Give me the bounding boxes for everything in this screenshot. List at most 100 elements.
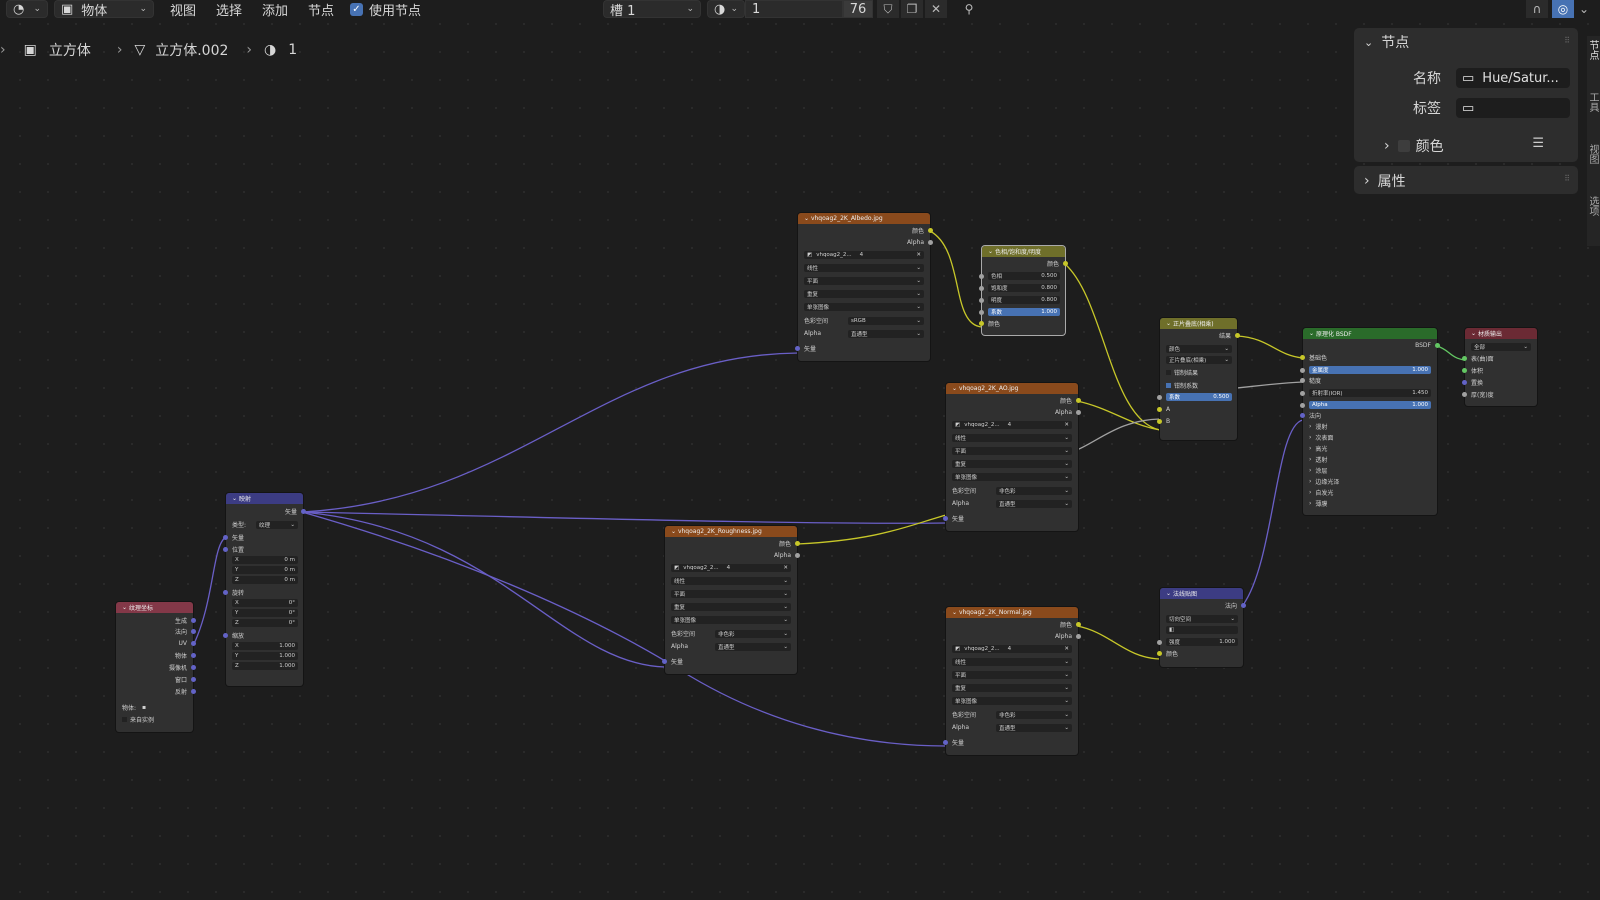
alpha-mode-dropdown[interactable]: 直通型 ⌄ xyxy=(996,500,1072,508)
socket[interactable] xyxy=(1235,333,1240,338)
scale-y-field[interactable]: Y 1.000 xyxy=(232,652,298,660)
target-dropdown[interactable]: 全部 ⌄ xyxy=(1471,343,1531,351)
list-icon[interactable]: ☰ xyxy=(1532,136,1544,151)
menu-select[interactable]: 选择 xyxy=(216,0,242,19)
node-mapping[interactable]: ⌄ 映射 矢量 类型: 纹理 ⌄ 矢量 位置 X0 m Y0 m Z0 m 旋转 … xyxy=(223,493,306,686)
socket[interactable] xyxy=(223,590,228,595)
bsdf-subpanel[interactable]: › 自发光 xyxy=(1303,488,1437,497)
mix-type-dropdown[interactable]: 颜色 ⌄ xyxy=(1166,345,1232,353)
clamp-result-checkbox[interactable]: 钳制结果 xyxy=(1160,368,1237,377)
extension-dropdown[interactable]: 重复 ⌄ xyxy=(952,684,1072,692)
node-header[interactable]: ⌄ 色相/饱和度/明度 xyxy=(982,246,1065,257)
socket[interactable] xyxy=(1157,640,1162,645)
socket[interactable] xyxy=(191,629,196,634)
node-image-ao[interactable]: ⌄ vhqoag2_2K_AO.jpg 颜色 Alpha ◩ vhqoag2_2... 4… xyxy=(943,383,1081,531)
slot-dropdown[interactable]: 槽 1 ⌄ xyxy=(603,0,701,19)
socket[interactable] xyxy=(191,689,196,694)
socket[interactable] xyxy=(1157,395,1162,400)
close-icon[interactable]: ✕ xyxy=(783,565,788,571)
colorspace-dropdown[interactable]: 非色彩 ⌄ xyxy=(715,630,791,638)
node-header[interactable]: ⌄ 映射 xyxy=(226,493,303,504)
menu-node[interactable]: 节点 xyxy=(308,0,334,19)
value-field[interactable]: 明度 0.800 xyxy=(988,296,1060,304)
socket[interactable] xyxy=(191,653,196,658)
source-dropdown[interactable]: 单张图像 ⌄ xyxy=(952,697,1072,705)
socket[interactable] xyxy=(1241,603,1246,608)
socket[interactable] xyxy=(223,547,228,552)
bsdf-subpanel[interactable]: › 高光 xyxy=(1303,444,1437,453)
source-dropdown[interactable]: 单张图像 ⌄ xyxy=(804,303,924,311)
socket[interactable] xyxy=(943,740,948,745)
socket[interactable] xyxy=(795,541,800,546)
properties-panel[interactable]: › 属性 ⠿ xyxy=(1354,166,1578,194)
user-count-button[interactable]: 76 xyxy=(843,0,873,18)
color-subpanel[interactable]: › 颜色 xyxy=(1384,136,1444,156)
material-browse-button[interactable]: ◑ ⌄ xyxy=(707,0,745,18)
color-checkbox[interactable] xyxy=(1397,140,1410,152)
bsdf-subpanel[interactable]: › 涂层 xyxy=(1303,466,1437,475)
socket[interactable] xyxy=(1063,261,1068,266)
node-image-albedo[interactable]: ⌄ vhqoag2_2K_Albedo.jpg 颜色 Alpha ◩ vhqoag2_2… xyxy=(795,213,933,361)
node-header[interactable]: ⌄ 原理化 BSDF xyxy=(1303,328,1437,339)
source-dropdown[interactable]: 单张图像 ⌄ xyxy=(952,473,1072,481)
node-normal-map[interactable]: ⌄ 法线贴图 法向 切向空间 ⌄ ◧ 强度 1.000 颜色 xyxy=(1157,588,1246,667)
blend-mode-dropdown[interactable]: 正片叠底(相乘) ⌄ xyxy=(1166,356,1232,364)
socket[interactable] xyxy=(979,321,984,326)
node-header[interactable]: ⌄ vhqoag2_2K_Albedo.jpg xyxy=(798,213,930,224)
node-header[interactable]: ⌄ vhqoag2_2K_Normal.jpg xyxy=(946,607,1078,618)
socket[interactable] xyxy=(1076,634,1081,639)
strength-field[interactable]: 强度 1.000 xyxy=(1166,638,1238,646)
scale-x-field[interactable]: X 1.000 xyxy=(232,642,298,650)
saturation-field[interactable]: 饱和度 0.800 xyxy=(988,284,1060,292)
node-texture-coordinate[interactable]: ⌄ 纹理坐标 生成 法向 UV 物体 摄像机 窗口 反射 物体: ▪ 来自实例 xyxy=(116,602,196,732)
node-header[interactable]: ⌄ 纹理坐标 xyxy=(116,602,193,613)
socket[interactable] xyxy=(795,553,800,558)
metallic-field[interactable]: 金属度 1.000 xyxy=(1309,366,1431,374)
interpolation-dropdown[interactable]: 线性 ⌄ xyxy=(952,434,1072,442)
node-header[interactable]: ⌄ vhqoag2_2K_Roughness.jpg xyxy=(665,526,797,537)
interpolation-dropdown[interactable]: 线性 ⌄ xyxy=(952,658,1072,666)
socket[interactable] xyxy=(979,274,984,279)
interpolation-dropdown[interactable]: 线性 ⌄ xyxy=(804,264,924,272)
socket[interactable] xyxy=(223,535,228,540)
socket[interactable] xyxy=(928,228,933,233)
projection-dropdown[interactable]: 平面 ⌄ xyxy=(804,277,924,285)
node-hue-saturation[interactable]: ⌄ 色相/饱和度/明度 颜色 色相 0.500 饱和度 0.800 明度 0.800 … xyxy=(979,246,1068,335)
menu-view[interactable]: 视图 xyxy=(170,0,196,19)
bsdf-subpanel[interactable]: › 薄膜 xyxy=(1303,499,1437,508)
location-x-field[interactable]: X 0 m xyxy=(232,556,298,564)
shield-icon[interactable]: ⛉ xyxy=(877,0,899,18)
socket[interactable] xyxy=(979,310,984,315)
socket[interactable] xyxy=(1462,392,1467,397)
extension-dropdown[interactable]: 重复 ⌄ xyxy=(671,603,791,611)
socket[interactable] xyxy=(1076,410,1081,415)
node-principled-bsdf[interactable]: ⌄ 原理化 BSDF BSDF 基础色 金属度 1.000 糙度 折射率(IOR)… xyxy=(1300,328,1440,515)
socket[interactable] xyxy=(301,509,306,514)
socket[interactable] xyxy=(1157,651,1162,656)
close-icon[interactable]: ✕ xyxy=(1064,646,1069,652)
socket[interactable] xyxy=(662,659,667,664)
alpha-field[interactable]: Alpha 1.000 xyxy=(1309,401,1431,409)
drag-handle-icon[interactable]: ⠿ xyxy=(1564,36,1570,45)
node-mix-multiply[interactable]: ⌄ 正片叠底(相乘) 结果 颜色 ⌄ 正片叠底(相乘) ⌄ 钳制结果 钳制系数 系数… xyxy=(1157,318,1240,440)
socket[interactable] xyxy=(191,665,196,670)
material-name-field[interactable]: 1 xyxy=(745,0,843,18)
socket[interactable] xyxy=(1462,380,1467,385)
socket[interactable] xyxy=(979,286,984,291)
image-selector[interactable]: ◩ vhqoag2_2... 4 ✕ xyxy=(952,421,1072,429)
node-image-roughness[interactable]: ⌄ vhqoag2_2K_Roughness.jpg 颜色 Alpha ◩ vhqoag… xyxy=(662,526,800,674)
socket[interactable] xyxy=(1076,622,1081,627)
node-label-field[interactable]: ▭ xyxy=(1456,98,1570,118)
space-dropdown[interactable]: 切向空间 ⌄ xyxy=(1166,615,1238,623)
socket[interactable] xyxy=(979,298,984,303)
extension-dropdown[interactable]: 重复 ⌄ xyxy=(804,290,924,298)
object-row[interactable]: 物体: ▪ xyxy=(116,703,193,712)
location-y-field[interactable]: Y 0 m xyxy=(232,566,298,574)
extension-dropdown[interactable]: 重复 ⌄ xyxy=(952,460,1072,468)
socket[interactable] xyxy=(1300,391,1305,396)
projection-dropdown[interactable]: 平面 ⌄ xyxy=(952,447,1072,455)
use-nodes-toggle[interactable]: ✓ 使用节点 xyxy=(350,0,421,19)
drag-handle-icon[interactable]: ⠿ xyxy=(1564,174,1570,183)
socket[interactable] xyxy=(223,633,228,638)
node-material-output[interactable]: ⌄ 材质输出 全部 ⌄ 表(曲)面 体积 置换 厚(宽)度 xyxy=(1462,328,1537,406)
